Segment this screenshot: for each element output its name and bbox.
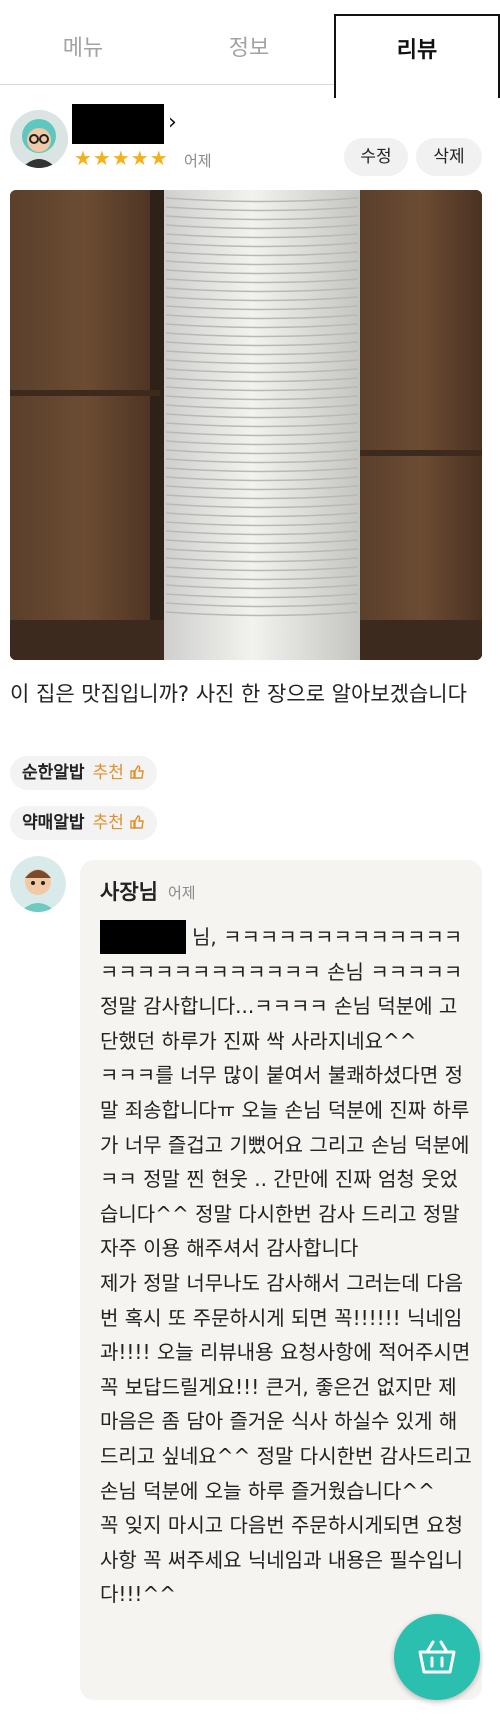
tab-reviews[interactable]: 리뷰 — [334, 14, 500, 98]
recommend-chip: 약매알밥 추천 — [10, 806, 158, 840]
review-text: 이 집은 맛집입니까? 사진 한 장으로 알아보겠습니다 — [10, 682, 467, 706]
thumbs-up-icon — [130, 815, 145, 829]
recommend-menu-name: 약매알밥 — [22, 813, 85, 833]
thumbs-up-icon — [130, 765, 145, 779]
reply-date: 어제 — [168, 884, 196, 902]
owner-avatar — [10, 856, 66, 912]
tab-info[interactable]: 정보 — [166, 0, 332, 84]
review-photo[interactable] — [10, 190, 482, 660]
reply-body: 님, ㅋㅋㅋㅋㅋㅋㅋㅋㅋㅋㅋㅋㅋㅋㅋㅋㅋㅋㅋㅋㅋㅋㅋㅋㅋ 손님 ㅋㅋㅋㅋㅋ 정말… — [100, 925, 472, 1607]
reviewer-name-redacted — [72, 104, 164, 144]
recommend-label: 추천 — [92, 813, 124, 833]
review-date: 어제 — [184, 152, 212, 170]
edit-button[interactable]: 수정 — [344, 138, 408, 176]
owner-name: 사장님 — [100, 880, 158, 904]
recommend-label: 추천 — [92, 763, 124, 783]
cart-button[interactable] — [394, 1614, 480, 1700]
tab-bar: 메뉴 정보 리뷰 — [0, 0, 500, 98]
rating-stars: ★★★★★ — [74, 146, 169, 170]
recommend-chip: 순한알밥 추천 — [10, 756, 158, 790]
reviewer-avatar[interactable] — [10, 110, 68, 168]
cart-icon — [418, 1640, 456, 1674]
recommend-menu-name: 순한알밥 — [22, 763, 85, 783]
tab-menu[interactable]: 메뉴 — [0, 0, 166, 84]
chevron-right-icon[interactable]: › — [168, 110, 177, 135]
delete-button[interactable]: 삭제 — [416, 138, 482, 176]
